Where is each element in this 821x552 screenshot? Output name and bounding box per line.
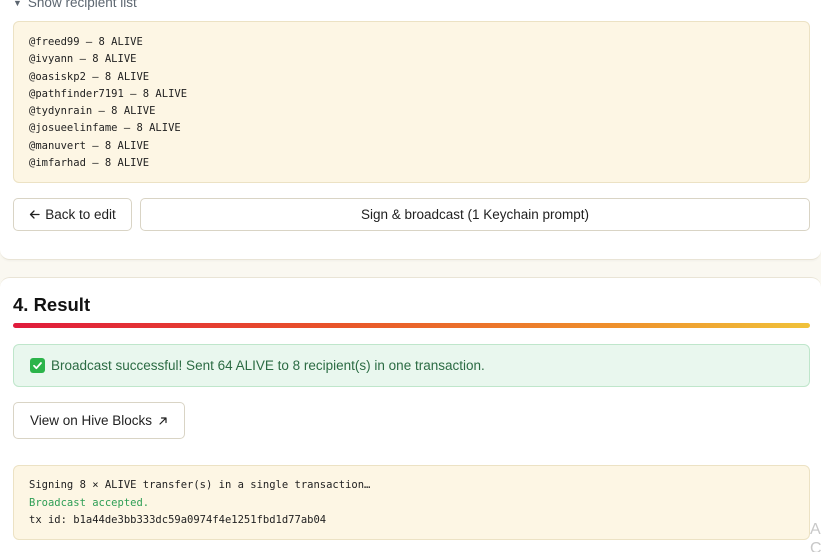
back-to-edit-label: Back to edit [45,207,116,222]
external-link-icon [159,416,167,425]
check-box-icon [30,358,45,373]
recipient-item: @manuvert — 8 ALIVE [29,139,150,152]
view-on-hive-blocks-label: View on Hive Blocks [29,413,153,428]
log-line-signing: Signing 8 × ALIVE transfer(s) in a singl… [29,479,371,491]
recipient-item: @tydynrain — 8 ALIVE [29,105,156,118]
show-recipient-list-toggle[interactable]: ▼ Show recipient list [13,0,137,10]
back-to-edit-button[interactable]: Back to edit [13,198,132,231]
success-alert: Broadcast successful! Sent 64 ALIVE to 8… [13,344,810,387]
log-line-txid: tx id: b1a44de3bb333dc59a0974f4e1251fbd1… [29,514,327,526]
result-gradient-bar [13,323,810,328]
review-card: ▼ Show recipient list @freed99 — 8 ALIVE… [0,0,821,260]
triangle-down-icon: ▼ [13,0,22,8]
recipient-item: @pathfinder7191 — 8 ALIVE [29,87,188,100]
sign-broadcast-label: Sign & broadcast (1 Keychain prompt) [360,207,590,222]
result-heading: 4. Result [13,294,91,315]
sign-broadcast-button[interactable]: Sign & broadcast (1 Keychain prompt) [140,198,810,231]
recipient-item: @ivyann — 8 ALIVE [29,53,137,66]
recipient-item: @oasiskp2 — 8 ALIVE [29,70,150,83]
broadcast-log: Signing 8 × ALIVE transfer(s) in a singl… [13,465,810,540]
recipient-list: @freed99 — 8 ALIVE @ivyann — 8 ALIVE @oa… [13,21,810,183]
show-recipient-list-label: Show recipient list [27,0,137,10]
log-line-accepted: Broadcast accepted. [29,496,150,509]
success-message: Broadcast successful! Sent 64 ALIVE to 8… [51,358,485,373]
recipient-item: @josueelinfame — 8 ALIVE [29,122,181,135]
clipped-edge-text: A C [810,521,821,552]
recipient-item: @imfarhad — 8 ALIVE [29,157,150,170]
view-on-hive-blocks-button[interactable]: View on Hive Blocks [13,402,185,439]
arrow-left-icon [30,210,40,219]
recipient-item: @freed99 — 8 ALIVE [29,36,143,48]
